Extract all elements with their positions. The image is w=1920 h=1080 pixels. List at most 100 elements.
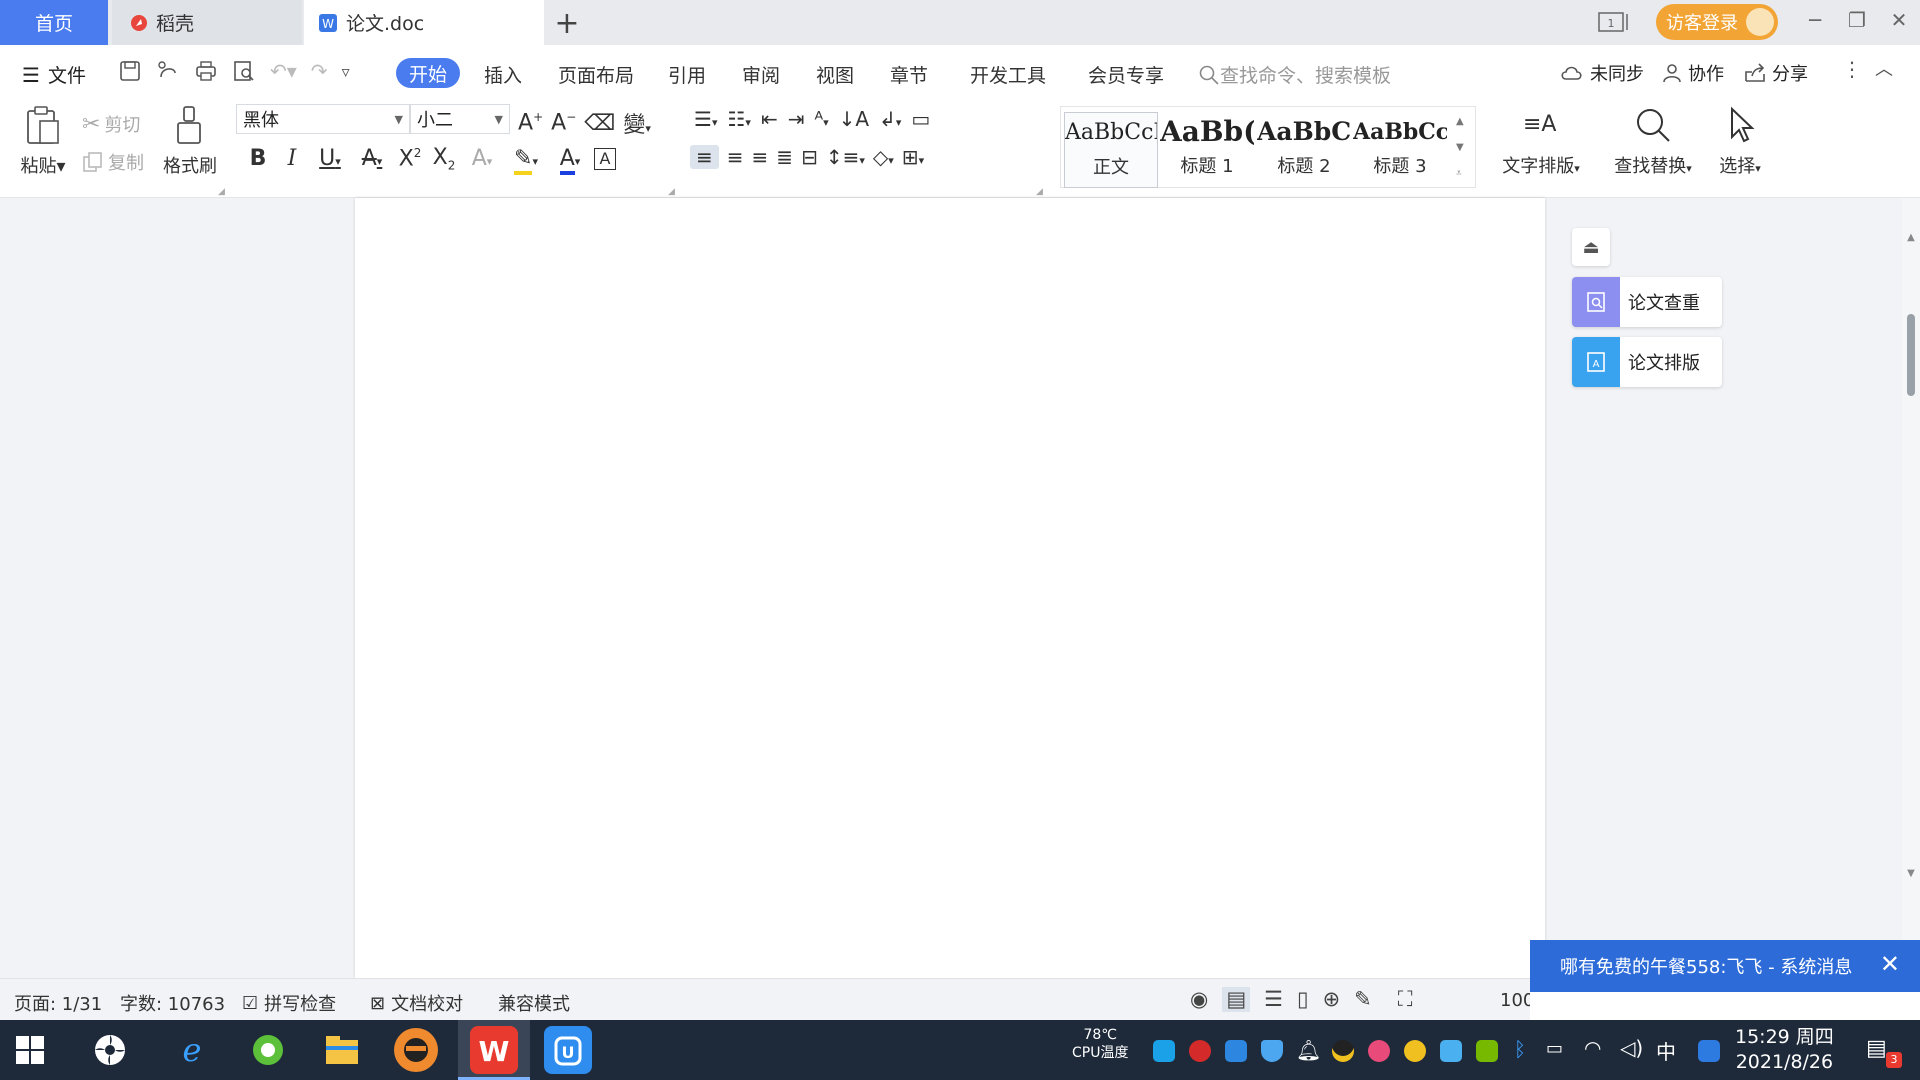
tab-document[interactable]: W 论文.doc: [304, 0, 544, 45]
sync-status[interactable]: 未同步: [1560, 60, 1644, 86]
battery-icon[interactable]: ▭: [1546, 1038, 1563, 1059]
close-notification-icon[interactable]: ✕: [1880, 950, 1900, 978]
ruler-icon[interactable]: ▭: [911, 107, 930, 131]
justify-icon[interactable]: ≣: [776, 145, 793, 169]
green-browser-icon[interactable]: [244, 1026, 292, 1074]
underline-icon[interactable]: U▾: [312, 146, 348, 171]
strikethrough-icon[interactable]: A▾: [354, 146, 390, 171]
style-heading-3[interactable]: AaBbCcl 标题 3: [1353, 112, 1447, 188]
system-clock[interactable]: 15:29 周四 2021/8/26: [1735, 1025, 1834, 1075]
style-heading-1[interactable]: AaBb( 标题 1: [1160, 112, 1254, 188]
vertical-scrollbar[interactable]: ▲ ▼: [1902, 198, 1920, 978]
show-marks-icon[interactable]: ↲▾: [879, 107, 901, 131]
new-tab-button[interactable]: +: [552, 6, 582, 41]
phonetic-guide-icon[interactable]: 變▾: [623, 107, 651, 139]
subscript-icon[interactable]: X2: [430, 145, 458, 172]
font-color-icon[interactable]: A▾: [552, 146, 588, 176]
cut-button[interactable]: ✂ 剪切: [82, 111, 140, 137]
tab-daoke[interactable]: 稻壳: [112, 0, 302, 45]
paragraph-dialog-launcher-icon[interactable]: ◢: [1036, 187, 1043, 197]
find-replace-button[interactable]: 查找替换▾: [1608, 105, 1698, 178]
minimize-button[interactable]: ─: [1800, 8, 1830, 36]
paper-check-button[interactable]: 论文查重: [1572, 277, 1722, 327]
font-size-select[interactable]: 小二 ▼: [410, 104, 510, 134]
windows-start-icon[interactable]: [14, 1034, 46, 1066]
bluetooth-icon[interactable]: ᛒ: [1514, 1037, 1526, 1061]
line-spacing-icon[interactable]: ↕≡▾: [826, 145, 865, 169]
page-indicator[interactable]: 页面: 1/31: [14, 990, 102, 1016]
select-button[interactable]: 选择▾: [1708, 105, 1772, 178]
style-normal[interactable]: AaBbCcI 正文: [1064, 112, 1158, 188]
more-options-icon[interactable]: ⋮: [1842, 57, 1862, 81]
collapse-ribbon-icon[interactable]: ︿: [1875, 55, 1893, 81]
media-player-icon[interactable]: [394, 1028, 438, 1072]
spell-check-button[interactable]: ☑ 拼写检查: [242, 990, 336, 1016]
collaborate-button[interactable]: 协作: [1662, 60, 1724, 86]
wifi-icon[interactable]: ◠: [1584, 1036, 1601, 1060]
tray-nvidia-icon[interactable]: [1476, 1040, 1498, 1062]
tray-shield-icon[interactable]: [1261, 1040, 1283, 1062]
collapse-panel-button[interactable]: ⏏: [1572, 228, 1610, 266]
font-name-select[interactable]: 黑体 ▼: [236, 104, 410, 134]
undo-icon[interactable]: ↶▾: [270, 59, 297, 83]
paste-button[interactable]: 粘贴▾: [18, 105, 68, 178]
action-center-icon[interactable]: ▤: [1866, 1036, 1887, 1061]
menu-review[interactable]: 审阅: [742, 61, 780, 88]
eye-protection-icon[interactable]: ◉: [1190, 987, 1208, 1012]
align-center-icon[interactable]: ≡: [727, 145, 744, 169]
tab-home[interactable]: 首页: [0, 0, 108, 45]
sort-icon[interactable]: ↓A: [839, 107, 869, 131]
write-mode-icon[interactable]: ✎: [1354, 987, 1372, 1012]
system-notification[interactable]: 哪有免费的午餐558:飞飞 - 系统消息 ✕: [1530, 940, 1920, 992]
menu-references[interactable]: 引用: [668, 61, 706, 88]
grow-font-icon[interactable]: A+: [518, 110, 543, 135]
align-left-icon[interactable]: ≡: [690, 145, 719, 169]
menu-developer[interactable]: 开发工具: [970, 61, 1046, 88]
shrink-font-icon[interactable]: A−: [551, 110, 576, 135]
tray-plus-icon[interactable]: [1404, 1040, 1426, 1062]
cpu-temp-widget[interactable]: 78℃ CPU温度: [1072, 1026, 1128, 1062]
format-painter-button[interactable]: 格式刷: [160, 105, 220, 178]
input-method-indicator[interactable]: 中: [1656, 1036, 1676, 1065]
tray-qq-icon[interactable]: [1332, 1040, 1354, 1062]
document-page[interactable]: [355, 198, 1545, 978]
italic-icon[interactable]: I: [278, 146, 306, 171]
tray-bell-icon[interactable]: 🔔︎: [1296, 1038, 1321, 1062]
align-right-icon[interactable]: ≡: [752, 145, 769, 169]
fit-page-icon[interactable]: ⛶: [1398, 987, 1413, 1012]
menu-member[interactable]: 会员专享: [1088, 61, 1164, 88]
tray-security-icon[interactable]: [1189, 1040, 1211, 1062]
close-button[interactable]: ✕: [1884, 8, 1914, 36]
volume-icon[interactable]: ◁): [1620, 1036, 1643, 1060]
distribute-icon[interactable]: ⊟: [801, 145, 818, 169]
redo-icon[interactable]: ↷: [311, 59, 328, 83]
print-icon[interactable]: [194, 59, 218, 83]
clear-format-icon[interactable]: ⌫: [584, 111, 615, 136]
text-layout-button[interactable]: ≡A 文字排版▾: [1496, 105, 1586, 178]
menu-insert[interactable]: 插入: [484, 61, 522, 88]
text-effect-icon[interactable]: A▾: [464, 146, 500, 171]
menu-home-tab[interactable]: 开始: [396, 58, 460, 88]
tray-vpn-icon[interactable]: [1440, 1040, 1462, 1062]
superscript-icon[interactable]: X2: [396, 146, 424, 171]
scrollbar-thumb[interactable]: [1907, 314, 1915, 396]
borders-icon[interactable]: ⊞▾: [902, 145, 924, 169]
bullet-list-icon[interactable]: ☰▾: [694, 107, 717, 131]
file-explorer-icon[interactable]: [318, 1026, 366, 1074]
fan-app-icon[interactable]: [86, 1026, 134, 1074]
tray-sync-icon[interactable]: [1225, 1040, 1247, 1062]
web-layout-icon[interactable]: ⊕: [1323, 987, 1341, 1012]
styles-scroll-arrows-icon[interactable]: ▲ ▼ ⩡: [1456, 109, 1464, 187]
tray-app-icon[interactable]: [1153, 1040, 1175, 1062]
tray-qq2-icon[interactable]: [1368, 1040, 1390, 1062]
guest-login-button[interactable]: 访客登录: [1656, 4, 1778, 40]
u-app-icon[interactable]: U: [544, 1026, 592, 1074]
numbered-list-icon[interactable]: ☷▾: [727, 107, 750, 131]
scroll-up-icon[interactable]: ▲: [1904, 232, 1918, 248]
increase-indent-icon[interactable]: ⇥: [788, 107, 805, 131]
quick-access-dropdown-icon[interactable]: ▿: [342, 62, 350, 83]
output-icon[interactable]: [156, 59, 180, 83]
highlight-icon[interactable]: ✎▾: [506, 146, 546, 176]
copy-button[interactable]: 复制: [82, 149, 144, 175]
style-heading-2[interactable]: AaBbC 标题 2: [1257, 112, 1351, 188]
